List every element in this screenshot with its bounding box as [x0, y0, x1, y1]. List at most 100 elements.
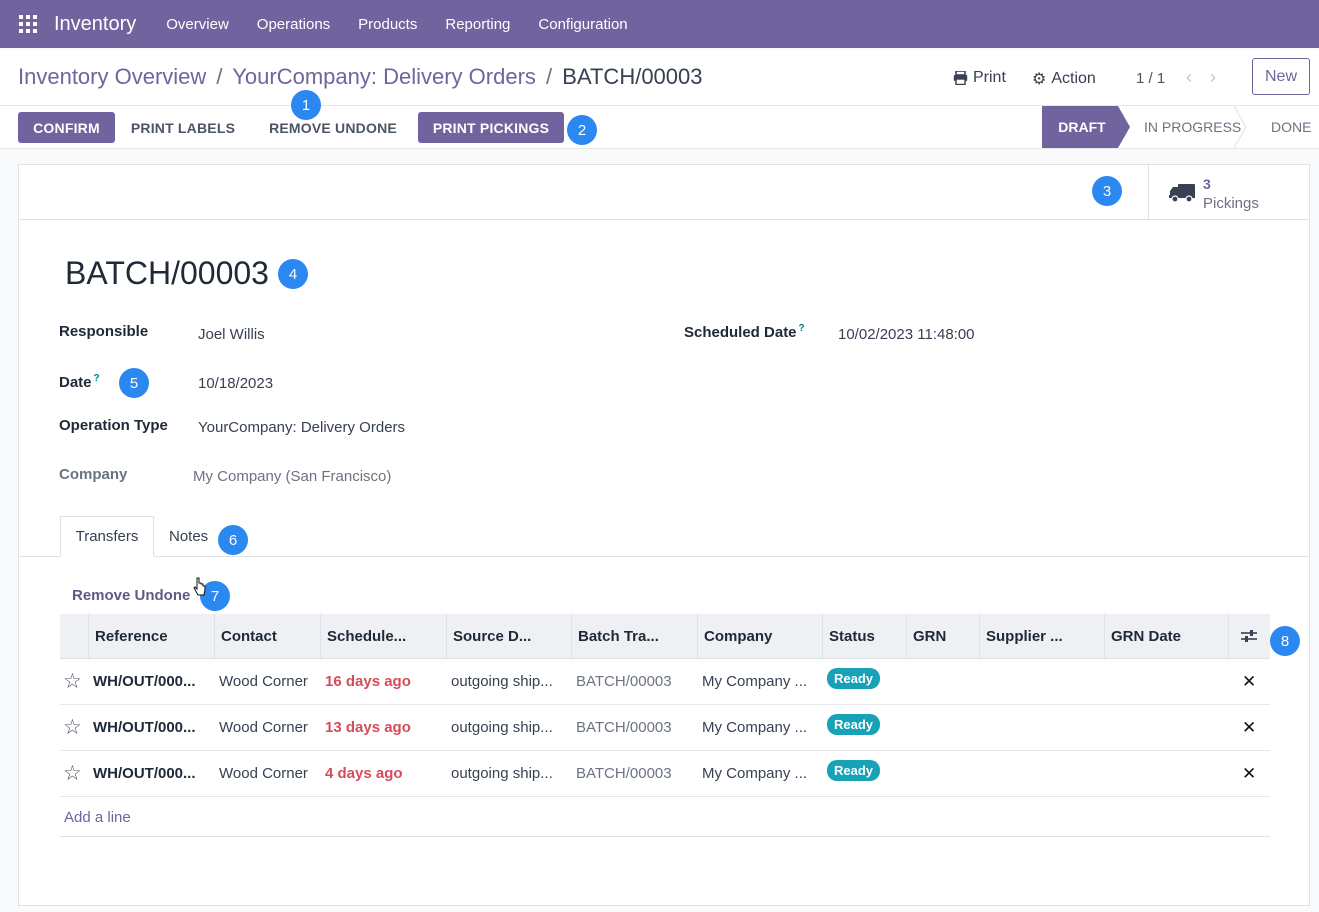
cell-reference: WH/OUT/000...	[93, 719, 196, 736]
annotation-marker-3: 3	[1092, 176, 1122, 206]
col-reference[interactable]: Reference	[88, 614, 214, 658]
col-grn-date[interactable]: GRN Date	[1104, 614, 1228, 658]
remove-undone-link[interactable]: Remove Undone	[72, 587, 190, 604]
optional-columns-icon[interactable]	[1240, 628, 1258, 644]
chevron-left-icon[interactable]: ‹	[1186, 67, 1192, 88]
action-menu-button[interactable]: ⚙ Action	[1032, 69, 1096, 89]
annotation-marker-6: 6	[218, 525, 248, 555]
table-row[interactable]: ☆ WH/OUT/000... Wood Corner 13 days ago …	[60, 705, 1270, 751]
help-icon[interactable]: ?	[94, 373, 100, 384]
header-spacer	[60, 614, 88, 658]
cell-company: My Company ...	[702, 765, 808, 782]
responsible-field[interactable]: Joel Willis	[198, 326, 265, 343]
operation-type-label: Operation Type	[59, 417, 168, 434]
col-grn[interactable]: GRN	[906, 614, 979, 658]
scheduled-date-label: Scheduled Date?	[684, 323, 805, 341]
stage-draft[interactable]: DRAFT	[1042, 106, 1122, 148]
breadcrumb-inventory-overview[interactable]: Inventory Overview	[18, 64, 206, 89]
cell-batch: BATCH/00003	[576, 719, 672, 736]
cell-batch: BATCH/00003	[576, 765, 672, 782]
stage-in-progress[interactable]: IN PROGRESS	[1144, 106, 1241, 148]
breadcrumb-delivery-orders[interactable]: YourCompany: Delivery Orders	[232, 64, 536, 89]
annotation-marker-4: 4	[278, 259, 308, 289]
form-statusbar: CONFIRM PRINT LABELS REMOVE UNDONE PRINT…	[0, 106, 1319, 149]
date-field[interactable]: 10/18/2023	[198, 375, 273, 392]
print-pickings-button[interactable]: PRINT PICKINGS	[418, 112, 564, 143]
app-name[interactable]: Inventory	[54, 13, 136, 36]
breadcrumb-current: BATCH/00003	[562, 64, 703, 89]
cell-company: My Company ...	[702, 719, 808, 736]
annotation-marker-8: 8	[1270, 626, 1300, 656]
responsible-label: Responsible	[59, 323, 149, 340]
printer-icon	[953, 71, 968, 85]
notebook-divider	[19, 556, 1309, 557]
pickings-count: 3	[1203, 176, 1211, 192]
annotation-marker-5: 5	[119, 368, 149, 398]
delete-row-icon[interactable]: ✕	[1242, 764, 1256, 784]
cell-contact: Wood Corner	[219, 673, 308, 690]
table-row[interactable]: ☆ WH/OUT/000... Wood Corner 16 days ago …	[60, 659, 1270, 705]
menu-operations[interactable]: Operations	[243, 16, 344, 33]
scheduled-date-field[interactable]: 10/02/2023 11:48:00	[838, 326, 975, 343]
cell-status: Ready	[822, 705, 906, 750]
pickings-smart-button[interactable]: 3 Pickings	[1148, 165, 1309, 219]
company-field: My Company (San Francisco)	[193, 468, 392, 485]
tab-transfers[interactable]: Transfers	[60, 516, 154, 557]
scheduled-date-label-text: Scheduled Date	[684, 324, 797, 341]
stage-done[interactable]: DONE	[1271, 106, 1311, 148]
annotation-marker-2: 2	[567, 115, 597, 145]
menu-products[interactable]: Products	[344, 16, 431, 33]
print-labels-button[interactable]: PRINT LABELS	[124, 112, 242, 143]
col-scheduled[interactable]: Schedule...	[320, 614, 446, 658]
add-line-link[interactable]: Add a line	[64, 809, 131, 826]
status-badge: Ready	[827, 760, 881, 781]
annotation-marker-1: 1	[291, 90, 321, 120]
operation-type-field[interactable]: YourCompany: Delivery Orders	[198, 419, 405, 436]
cell-status: Ready	[822, 659, 906, 704]
delete-row-icon[interactable]: ✕	[1242, 718, 1256, 738]
star-icon[interactable]: ☆	[63, 761, 82, 786]
cell-source: outgoing ship...	[451, 673, 553, 690]
cell-source: outgoing ship...	[451, 765, 553, 782]
menu-reporting[interactable]: Reporting	[431, 16, 524, 33]
gear-icon: ⚙	[1032, 71, 1047, 88]
help-icon[interactable]: ?	[799, 323, 805, 334]
cell-source: outgoing ship...	[451, 719, 553, 736]
tab-notes[interactable]: Notes	[169, 516, 208, 557]
date-label-text: Date	[59, 374, 92, 391]
remove-undone-button[interactable]: REMOVE UNDONE	[256, 112, 410, 143]
mouse-pointer-icon	[193, 577, 206, 596]
apps-menu-icon[interactable]	[19, 15, 37, 33]
breadcrumb-separator: /	[546, 64, 553, 89]
pager-value[interactable]: 1 / 1	[1136, 70, 1165, 87]
col-batch-transfer[interactable]: Batch Tra...	[571, 614, 697, 658]
col-source-document[interactable]: Source D...	[446, 614, 571, 658]
chevron-right-icon[interactable]: ›	[1210, 67, 1216, 88]
table-row[interactable]: ☆ WH/OUT/000... Wood Corner 4 days ago o…	[60, 751, 1270, 797]
table-header: Reference Contact Schedule... Source D..…	[60, 614, 1270, 659]
star-icon[interactable]: ☆	[63, 715, 82, 740]
cell-scheduled: 13 days ago	[325, 719, 411, 736]
add-line-row: Add a line	[60, 797, 1270, 837]
col-status[interactable]: Status	[822, 614, 906, 658]
col-contact[interactable]: Contact	[214, 614, 320, 658]
confirm-button[interactable]: CONFIRM	[18, 112, 115, 143]
cell-scheduled: 16 days ago	[325, 673, 411, 690]
col-supplier[interactable]: Supplier ...	[979, 614, 1104, 658]
new-button[interactable]: New	[1252, 58, 1310, 95]
status-badge: Ready	[827, 668, 881, 689]
menu-overview[interactable]: Overview	[152, 16, 243, 33]
col-company[interactable]: Company	[697, 614, 822, 658]
date-label: Date?	[59, 373, 100, 391]
cell-batch: BATCH/00003	[576, 673, 672, 690]
cell-scheduled: 4 days ago	[325, 765, 403, 782]
star-icon[interactable]: ☆	[63, 669, 82, 694]
top-navbar: Inventory Overview Operations Products R…	[0, 0, 1319, 48]
cell-contact: Wood Corner	[219, 765, 308, 782]
truck-icon	[1169, 184, 1195, 203]
company-label: Company	[59, 466, 128, 483]
menu-configuration[interactable]: Configuration	[524, 16, 641, 33]
cell-status: Ready	[822, 751, 906, 796]
print-menu-button[interactable]: Print	[953, 69, 1006, 87]
delete-row-icon[interactable]: ✕	[1242, 672, 1256, 692]
